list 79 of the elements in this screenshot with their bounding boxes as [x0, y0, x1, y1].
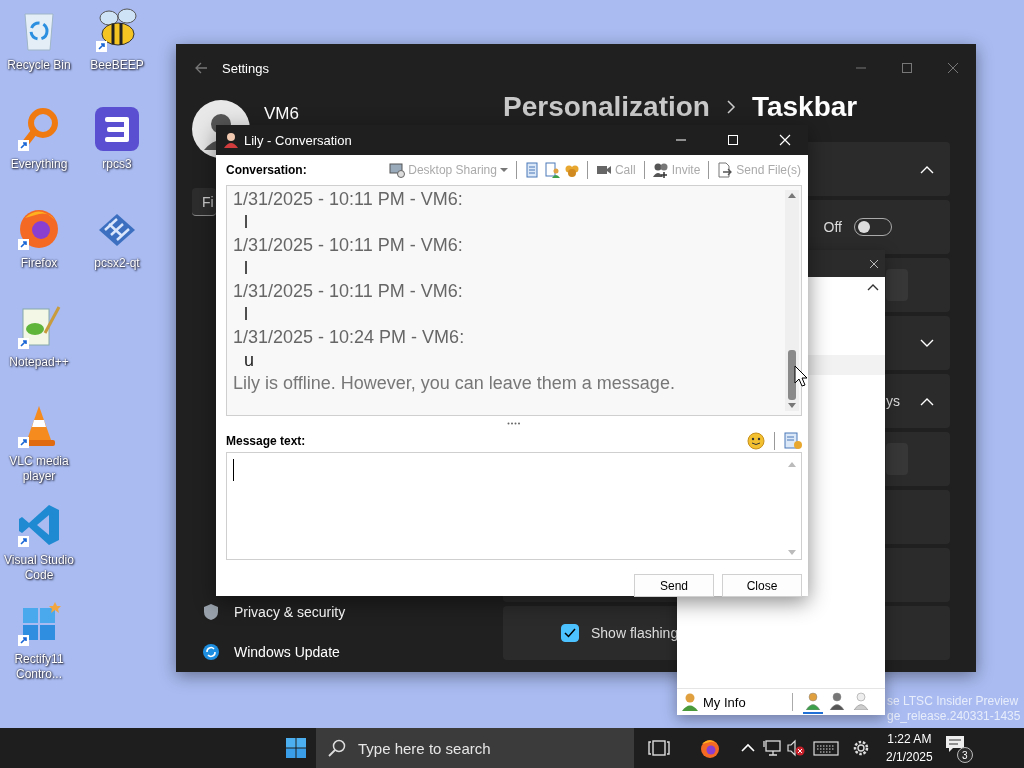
build-info-text: se LTSC Insider Preview	[887, 694, 1020, 709]
user-name: VM6	[264, 104, 299, 124]
toggle-state-label: Off	[823, 219, 842, 235]
message-header: 1/31/2025 - 10:11 PM - VM6:	[233, 280, 464, 303]
splitter-handle[interactable]	[507, 421, 521, 425]
dialog-button[interactable]: Send	[634, 574, 714, 597]
keyboard-icon[interactable]	[813, 738, 839, 758]
close-icon[interactable]	[869, 258, 879, 269]
chevron-right-icon	[725, 99, 736, 115]
scrollbar[interactable]	[785, 190, 799, 411]
message-text: l	[243, 303, 249, 326]
window-title: Lily - Conversation	[244, 132, 352, 148]
page-title: Taskbar	[751, 91, 858, 123]
settings-icon[interactable]	[851, 738, 871, 758]
desktop-icon-label[interactable]: rpcs3	[102, 157, 132, 172]
clock-time[interactable]: 1:22 AM	[887, 730, 932, 748]
check-icon	[564, 628, 576, 638]
setting-label: Show flashing	[591, 625, 679, 641]
offline-notice: Lily is offline. However, you can leave them a message.	[233, 372, 676, 395]
search-icon	[328, 739, 346, 757]
desktop-icon-label[interactable]: VLC media player	[1, 454, 77, 484]
search-field[interactable]: Type here to search	[316, 728, 634, 768]
message-text: l	[243, 257, 249, 280]
message-text: l	[243, 211, 249, 234]
desktop-icon-label[interactable]: BeeBEEP	[90, 58, 144, 73]
people-add-icon	[652, 162, 669, 178]
user-icon[interactable]	[681, 692, 699, 712]
message-text: u	[243, 349, 255, 372]
user-status-icon	[805, 692, 821, 710]
my-info-label[interactable]: My Info	[703, 694, 746, 710]
dialog-button[interactable]: Close	[722, 574, 802, 597]
text-caret	[233, 459, 234, 481]
build-info-text: ge_release.240331-1435	[887, 709, 1021, 724]
nav-item-label[interactable]: Privacy & security	[234, 604, 346, 620]
message-header: 1/31/2025 - 10:11 PM - VM6:	[233, 234, 464, 257]
chevron-down-icon[interactable]	[920, 338, 934, 348]
desktop-icon-label[interactable]: Notepad++	[9, 355, 69, 370]
user-status-icon	[853, 692, 869, 710]
user-status-icon	[829, 692, 845, 710]
volume-muted-icon[interactable]	[786, 738, 806, 758]
smiley-icon[interactable]	[747, 432, 765, 450]
document-user-icon[interactable]	[543, 162, 560, 178]
desktop-icon-label[interactable]: Visual Studio Code	[1, 553, 77, 583]
back-arrow-icon[interactable]	[194, 61, 208, 75]
desktop-icon-label[interactable]: Recycle Bin	[7, 58, 71, 73]
nav-item-label[interactable]: Windows Update	[234, 644, 340, 660]
browser-icon[interactable]	[698, 738, 722, 758]
chevron-up-icon[interactable]	[867, 283, 879, 291]
window-title: Settings	[222, 60, 269, 76]
app-icon[interactable]	[93, 105, 141, 153]
section-label: Message text:	[226, 434, 306, 448]
desktop-icon-label[interactable]: Rectify11 Contro...	[1, 652, 77, 682]
desktop-icon-label[interactable]: Firefox	[20, 256, 58, 271]
monitor-icon	[389, 162, 406, 178]
network-icon[interactable]	[763, 738, 781, 758]
setting-label: ys	[886, 393, 900, 409]
breadcrumb-link[interactable]: Personalization	[503, 91, 710, 123]
clock-date[interactable]: 2/1/2025	[886, 748, 933, 766]
status-button[interactable]	[803, 690, 823, 714]
desktop-icon-label[interactable]: pcsx2-qt	[94, 256, 140, 271]
file-send-icon	[717, 162, 734, 178]
section-label: Conversation:	[226, 163, 307, 177]
notification-count-badge: 3	[956, 747, 973, 763]
shield-icon	[202, 603, 220, 621]
notification-icon[interactable]	[944, 735, 965, 753]
user-icon	[224, 132, 238, 148]
search-placeholder: Type here to search	[358, 739, 491, 757]
message-input[interactable]	[226, 452, 802, 560]
desktop-icon-label[interactable]: Everything	[10, 157, 68, 172]
task-view-icon[interactable]	[648, 738, 670, 758]
checkbox[interactable]	[561, 624, 579, 642]
windows-logo-icon[interactable]	[15, 600, 63, 648]
message-header: 1/31/2025 - 10:11 PM - VM6:	[233, 188, 464, 211]
dropdown-field[interactable]	[886, 269, 908, 301]
sync-icon	[202, 643, 220, 661]
dropdown-field[interactable]	[886, 443, 908, 475]
start-icon[interactable]	[286, 738, 306, 758]
search-field[interactable]: Fi	[192, 188, 216, 216]
message-header: 1/31/2025 - 10:24 PM - VM6:	[233, 326, 466, 349]
